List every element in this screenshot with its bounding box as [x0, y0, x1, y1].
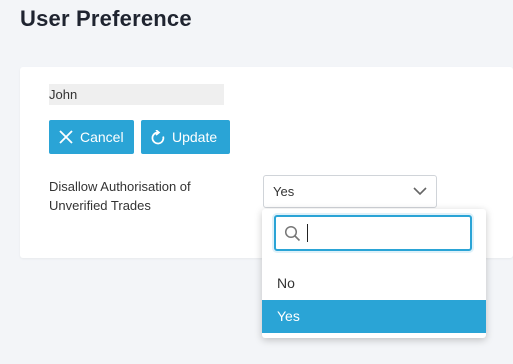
option-no[interactable]: No: [262, 267, 486, 300]
disallow-authorisation-select[interactable]: Yes: [263, 175, 437, 208]
close-icon: [59, 130, 73, 144]
username-field: John: [49, 84, 224, 105]
cancel-button[interactable]: Cancel: [49, 120, 134, 154]
page-title: User Preference: [20, 6, 192, 31]
update-button[interactable]: Update: [141, 120, 230, 154]
update-button-label: Update: [172, 129, 218, 145]
field-label-line2: Unverified Trades: [49, 198, 151, 213]
select-value: Yes: [273, 184, 295, 199]
dropdown-search-input[interactable]: [306, 221, 470, 247]
text-cursor: [307, 224, 308, 242]
refresh-icon: [151, 129, 165, 144]
select-dropdown: No Yes: [262, 209, 486, 338]
field-label-line1: Disallow Authorisation of: [49, 179, 191, 194]
option-yes[interactable]: Yes: [262, 300, 486, 333]
cancel-button-label: Cancel: [80, 129, 124, 145]
chevron-down-icon: [413, 187, 427, 196]
search-icon: [284, 225, 301, 242]
dropdown-search[interactable]: [274, 215, 472, 251]
disallow-authorisation-label: Disallow Authorisation of Unverified Tra…: [49, 177, 239, 215]
